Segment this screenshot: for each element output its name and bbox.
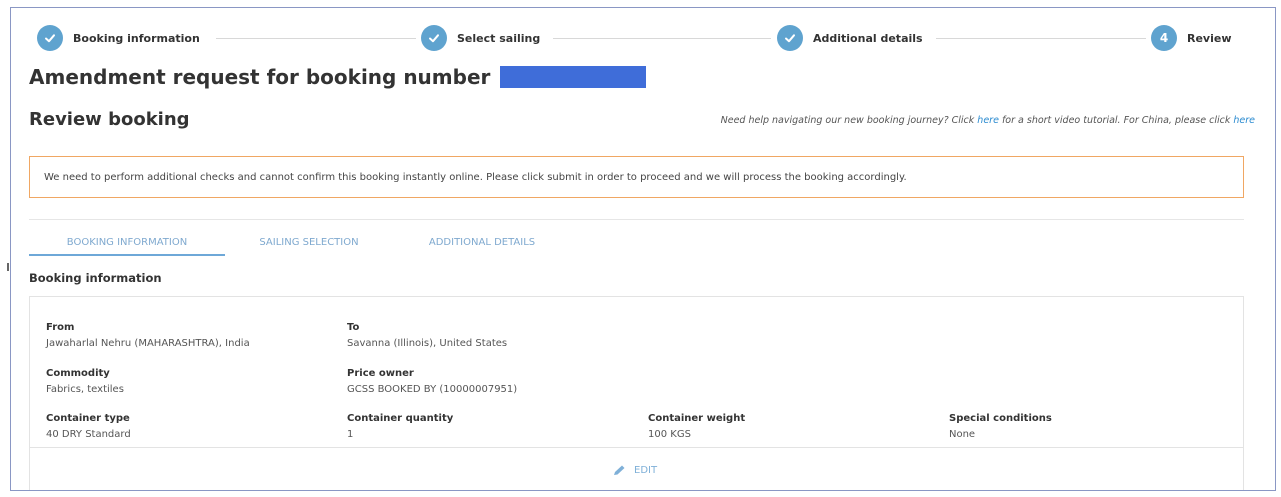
progress-stepper: Booking information Select sailing Addit… [11,8,1275,66]
field-value: None [949,429,976,440]
step-select-sailing[interactable]: Select sailing [421,25,541,51]
step-booking-information[interactable]: Booking information [37,25,200,51]
field-value: Jawaharlal Nehru (MAHARASHTRA), India [46,338,250,349]
page-title: Amendment request for booking number [29,65,647,89]
notice-text: We need to perform additional checks and… [44,171,907,183]
field-label: Container type [46,413,130,424]
china-link[interactable]: here [1233,115,1255,126]
redacted-booking-number [500,66,647,88]
tutorial-link[interactable]: here [977,115,999,126]
field-value: Fabrics, textiles [46,384,124,395]
warning-notice: We need to perform additional checks and… [29,156,1244,198]
stepper-line [216,38,416,39]
field-container-quantity: Container quantity 1 [347,413,453,440]
step-additional-details[interactable]: Additional details [777,25,923,51]
tab-sailing-selection[interactable]: SAILING SELECTION [235,230,383,254]
field-label: Commodity [46,368,110,379]
field-container-type: Container type 40 DRY Standard [46,413,131,440]
step-review: 4 Review [1151,25,1232,51]
step-label: Review [1187,31,1232,45]
field-container-weight: Container weight 100 KGS [648,413,745,440]
review-booking-heading: Review booking [29,109,190,130]
field-value: Savanna (Illinois), United States [347,338,508,349]
check-icon [777,25,803,51]
step-number-badge: 4 [1151,25,1177,51]
pencil-icon [614,465,625,475]
field-from: From Jawaharlal Nehru (MAHARASHTRA), Ind… [46,322,250,349]
field-label: Price owner [347,368,414,379]
step-label: Additional details [813,31,923,45]
field-price-owner: Price owner GCSS BOOKED BY (10000007951) [347,368,517,395]
field-value: 100 KGS [648,429,691,440]
field-label: To [347,322,360,333]
section-title: Booking information [29,271,162,285]
stepper-line [553,38,771,39]
booking-review-panel: Booking information Select sailing Addit… [10,7,1276,491]
check-icon [421,25,447,51]
field-value: GCSS BOOKED BY (10000007951) [347,384,518,395]
check-icon [37,25,63,51]
field-label: Special conditions [949,413,1052,424]
field-commodity: Commodity Fabrics, textiles [46,368,124,395]
divider [29,219,1244,220]
edit-label: EDIT [634,464,658,476]
field-special-conditions: Special conditions None [949,413,1052,440]
field-label: Container quantity [347,413,454,424]
tab-additional-details[interactable]: ADDITIONAL DETAILS [405,230,559,254]
edit-button[interactable]: EDIT [612,464,657,476]
field-label: From [46,322,75,333]
field-value: 1 [347,429,354,440]
field-to: To Savanna (Illinois), United States [347,322,507,349]
page-title-text: Amendment request for booking number [29,65,491,89]
step-label: Select sailing [457,31,541,45]
stepper-line [936,38,1146,39]
tab-booking-information[interactable]: BOOKING INFORMATION [29,230,225,256]
card-footer: EDIT [30,447,1243,490]
booking-info-card: From Jawaharlal Nehru (MAHARASHTRA), Ind… [29,296,1244,490]
scroll-marker [7,263,9,271]
field-label: Container weight [648,413,746,424]
field-value: 40 DRY Standard [46,429,131,440]
help-text: Need help navigating our new booking jou… [720,115,1255,126]
step-label: Booking information [73,31,200,45]
